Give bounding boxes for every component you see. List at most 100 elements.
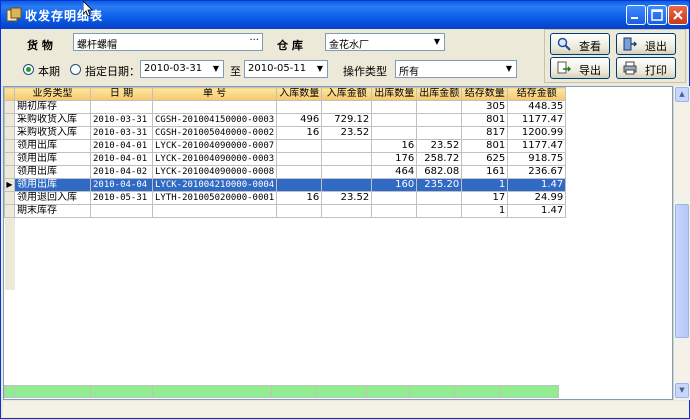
table-cell[interactable] (276, 204, 323, 218)
table-cell[interactable]: 期末库存 (14, 204, 91, 218)
table-cell[interactable]: 16 (276, 191, 323, 205)
vertical-scrollbar[interactable]: ▲ ▼ (673, 86, 690, 400)
table-cell[interactable]: 1177.47 (507, 113, 567, 127)
date-from-field[interactable]: 2010-03-31 ▼ (140, 60, 224, 78)
table-cell[interactable]: LYCK-201004090000-0008 (151, 165, 278, 179)
table-row[interactable]: 领用出库 2010-04-01 LYCK-201004090000-0007 16 23… (4, 139, 567, 153)
table-cell[interactable]: 2010-04-01 (90, 139, 153, 153)
radio-specified-date[interactable] (70, 64, 81, 75)
column-header[interactable]: 业务类型 (14, 87, 91, 101)
column-header[interactable]: 出库金额 (416, 87, 463, 101)
table-cell[interactable]: 682.08 (416, 165, 463, 179)
table-cell[interactable] (371, 113, 418, 127)
table-cell[interactable]: 1177.47 (507, 139, 567, 153)
table-cell[interactable] (321, 165, 373, 179)
scroll-thumb[interactable] (675, 204, 689, 338)
table-row[interactable]: 期初库存 305 448.35 (4, 100, 567, 114)
maximize-button[interactable] (647, 5, 667, 25)
table-cell[interactable]: 领用出库 (14, 152, 91, 166)
table-cell[interactable] (90, 204, 153, 218)
table-cell[interactable] (276, 139, 323, 153)
table-cell[interactable]: LYCK-201004090000-0007 (151, 139, 278, 153)
table-cell[interactable]: 2010-03-31 (90, 126, 153, 140)
view-button[interactable]: 查看 (550, 33, 610, 55)
table-cell[interactable]: 801 (461, 139, 509, 153)
table-cell[interactable]: 2010-04-04 (90, 178, 153, 192)
table-cell[interactable]: 464 (371, 165, 418, 179)
table-cell[interactable] (276, 165, 323, 179)
table-cell[interactable] (371, 126, 418, 140)
table-cell[interactable]: 16 (371, 139, 418, 153)
date-to-field[interactable]: 2010-05-11 ▼ (244, 60, 328, 78)
table-cell[interactable]: CGSH-201005040000-0002 (151, 126, 278, 140)
table-cell[interactable] (151, 204, 278, 218)
column-header[interactable]: 结存数量 (461, 87, 509, 101)
scroll-down-icon[interactable]: ▼ (675, 383, 689, 398)
table-cell[interactable]: 16 (276, 126, 323, 140)
table-row[interactable]: 领用出库 2010-04-02 LYCK-201004090000-0008 464 6… (4, 165, 567, 179)
table-cell[interactable] (416, 191, 463, 205)
table-cell[interactable] (90, 100, 153, 114)
column-header[interactable]: 入库金额 (321, 87, 373, 101)
table-cell[interactable]: 1 (461, 204, 509, 218)
table-cell[interactable]: 1.47 (507, 178, 567, 192)
table-cell[interactable]: 801 (461, 113, 509, 127)
column-header[interactable]: 结存金额 (507, 87, 567, 101)
table-cell[interactable] (276, 152, 323, 166)
row-indicator[interactable] (4, 126, 15, 140)
table-cell[interactable]: 采购收货入库 (14, 113, 91, 127)
table-cell[interactable] (276, 178, 323, 192)
table-cell[interactable] (371, 191, 418, 205)
table-cell[interactable]: 176 (371, 152, 418, 166)
row-indicator[interactable] (4, 113, 15, 127)
table-cell[interactable]: 1200.99 (507, 126, 567, 140)
table-cell[interactable] (276, 100, 323, 114)
row-indicator[interactable] (4, 165, 15, 179)
goods-field[interactable]: 螺杆螺帽 ··· (73, 33, 263, 51)
table-cell[interactable]: 625 (461, 152, 509, 166)
row-indicator[interactable] (4, 139, 15, 153)
table-cell[interactable]: 2010-05-31 (90, 191, 153, 205)
table-cell[interactable]: 258.72 (416, 152, 463, 166)
current-row-arrow-icon[interactable]: ▶ (4, 178, 15, 192)
table-cell[interactable]: 领用出库 (14, 165, 91, 179)
row-indicator[interactable] (4, 100, 15, 114)
table-cell[interactable]: 23.52 (321, 191, 373, 205)
table-cell[interactable]: 领用退回入库 (14, 191, 91, 205)
title-bar[interactable]: 收发存明细表 (1, 1, 689, 29)
table-cell[interactable]: 1.47 (507, 204, 567, 218)
table-row[interactable]: 采购收货入库 2010-03-31 CGSH-201004150000-0003 49… (4, 113, 567, 127)
goods-browse-button[interactable]: ··· (249, 35, 259, 46)
table-cell[interactable]: 918.75 (507, 152, 567, 166)
column-header[interactable]: 单 号 (151, 87, 278, 101)
table-cell[interactable] (321, 178, 373, 192)
table-cell[interactable] (416, 113, 463, 127)
table-cell[interactable] (416, 126, 463, 140)
table-row[interactable]: 领用退回入库 2010-05-31 LYTH-201005020000-0001 16… (4, 191, 567, 205)
row-indicator[interactable] (4, 152, 15, 166)
table-cell[interactable]: 496 (276, 113, 323, 127)
table-cell[interactable]: 817 (461, 126, 509, 140)
op-type-select[interactable]: 所有 ▼ (395, 60, 517, 78)
row-indicator[interactable] (4, 204, 15, 218)
table-cell[interactable]: 领用出库 (14, 178, 91, 192)
table-row[interactable]: 领用出库 2010-04-01 LYCK-201004090000-0003 176 2… (4, 152, 567, 166)
table-cell[interactable]: LYCK-201004090000-0003 (151, 152, 278, 166)
table-cell[interactable]: LYCK-201004210000-0004 (151, 178, 278, 192)
table-cell[interactable]: 2010-04-02 (90, 165, 153, 179)
table-cell[interactable]: 305 (461, 100, 509, 114)
print-button[interactable]: 打印 (616, 57, 676, 79)
radio-current-period[interactable] (23, 64, 34, 75)
scroll-up-icon[interactable]: ▲ (675, 87, 689, 102)
table-cell[interactable] (321, 204, 373, 218)
table-cell[interactable] (321, 100, 373, 114)
minimize-button[interactable] (626, 5, 646, 25)
table-cell[interactable]: 1 (461, 178, 509, 192)
table-cell[interactable] (371, 100, 418, 114)
table-cell[interactable]: 2010-03-31 (90, 113, 153, 127)
table-cell[interactable]: 期初库存 (14, 100, 91, 114)
table-cell[interactable]: 领用出库 (14, 139, 91, 153)
table-row[interactable]: ▶ 领用出库 2010-04-04 LYCK-201004210000-0004 160… (4, 178, 567, 192)
table-cell[interactable] (416, 100, 463, 114)
table-cell[interactable]: 23.52 (416, 139, 463, 153)
